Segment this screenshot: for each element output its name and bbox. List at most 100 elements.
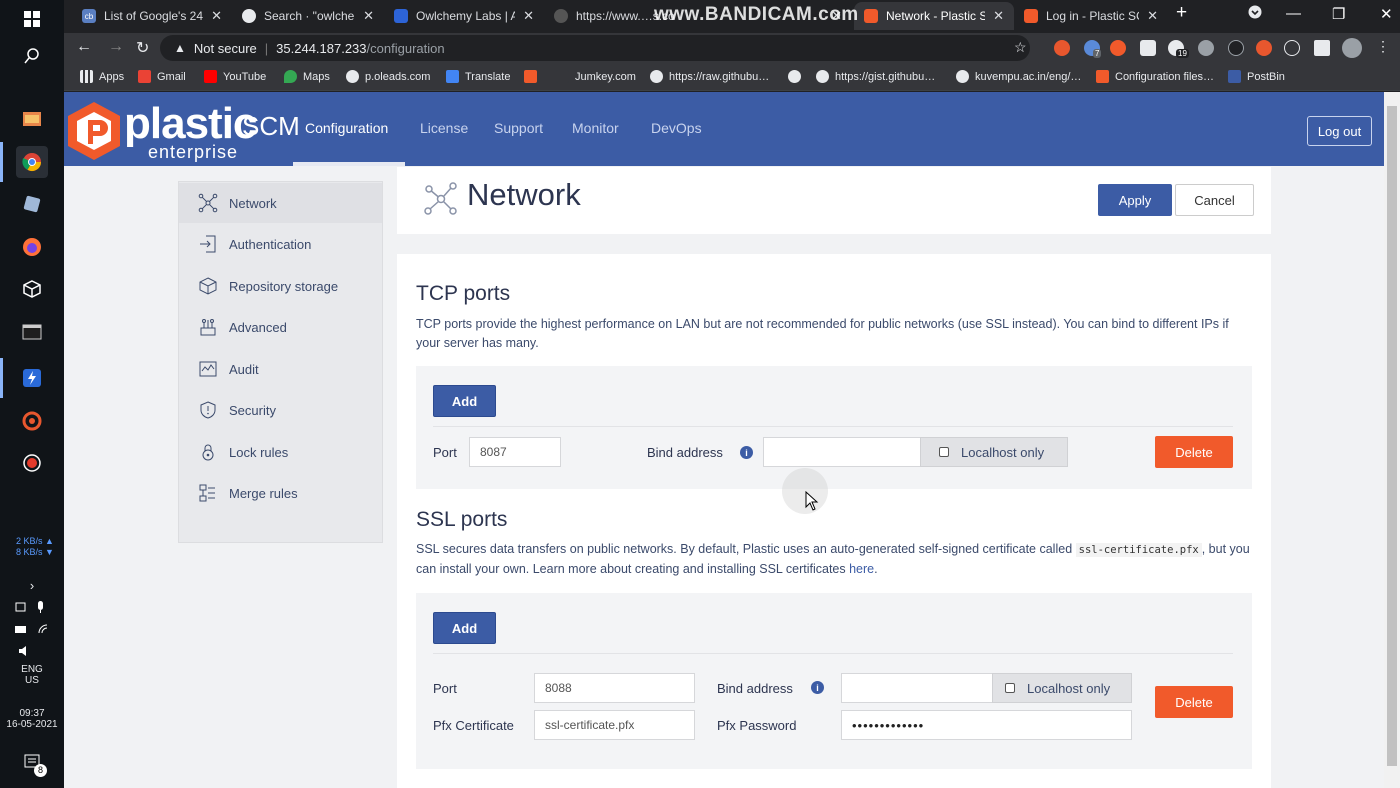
sidebar-item-repository-storage[interactable]: Repository storage [179,266,382,306]
ssl-port-input[interactable]: 8088 [534,673,695,703]
apply-button[interactable]: Apply [1098,184,1172,216]
tcp-port-input[interactable]: 8087 [469,437,561,467]
browser-tab[interactable]: Owlchemy Labs | A… ✕ [384,2,544,30]
browser-tab[interactable]: Log in - Plastic SCM ✕ [1014,2,1168,30]
extension-icon[interactable] [1256,40,1272,56]
new-tab-button[interactable]: + [1176,2,1187,24]
maximize-button[interactable]: ❐ [1332,5,1345,23]
info-icon[interactable]: i [740,446,753,459]
tcp-bind-address-input[interactable] [763,437,921,467]
close-icon[interactable]: ✕ [523,8,534,24]
sidebar-item-audit[interactable]: Audit [179,349,382,389]
tab-search-icon[interactable] [1248,5,1262,23]
delete-tcp-port-button[interactable]: Delete [1155,436,1233,468]
extension-icon[interactable]: 19 [1168,40,1189,58]
chevron-up-icon[interactable]: › [0,578,64,593]
firefox-icon[interactable] [16,231,48,263]
bookmark-item[interactable]: YouTube [204,70,266,83]
extension-icon[interactable]: 7 [1084,40,1102,58]
plastic-logo-icon[interactable] [66,100,122,162]
bookmark-item[interactable]: Gmail [138,70,186,83]
scrollbar-thumb[interactable] [1387,106,1397,766]
sidebar-item-advanced[interactable]: Advanced [179,307,382,347]
extension-icon[interactable] [1284,40,1300,56]
lightning-app-icon[interactable] [16,362,48,394]
bookmark-item[interactable]: p.oleads.com [346,70,430,83]
bookmark-item[interactable]: Apps [80,70,124,83]
address-bar[interactable]: ▲ Not secure | 35.244.187.233 /configura… [160,35,1030,61]
cancel-button[interactable]: Cancel [1175,184,1254,216]
page-scrollbar[interactable] [1384,92,1400,788]
nav-configuration[interactable]: Configuration [305,120,388,136]
tray-icons-row1[interactable] [0,600,64,617]
back-button[interactable]: ← [76,38,92,56]
bookmark-item[interactable]: Jumkey.com [556,70,636,83]
bookmark-item[interactable]: https://raw.githubu… [650,70,769,83]
nav-license[interactable]: License [420,120,468,136]
language-indicator[interactable]: ENG US [0,664,64,686]
logout-button[interactable]: Log out [1307,116,1372,146]
sidebar-item-merge-rules[interactable]: Merge rules [179,473,382,513]
reload-button[interactable]: ↻ [136,38,149,58]
bookmark-star-icon[interactable]: ☆ [1014,39,1027,56]
close-icon[interactable]: ✕ [1147,8,1158,24]
virtualbox-icon[interactable] [16,273,48,305]
file-explorer-icon[interactable] [16,102,48,134]
terminal-icon[interactable] [16,316,48,348]
extension-icon[interactable] [1228,40,1244,56]
bookmark-item[interactable]: Maps [284,70,330,83]
extension-icon[interactable] [1140,40,1156,56]
tray-icons-row2[interactable] [0,623,64,638]
bookmark-item[interactable] [788,70,807,83]
close-icon[interactable]: ✕ [363,8,374,24]
volume-icon[interactable] [0,645,64,660]
extension-icon[interactable] [1110,40,1126,56]
windows-start-icon[interactable] [16,3,48,35]
close-icon[interactable]: ✕ [211,8,222,24]
ssl-help-link[interactable]: here [849,562,874,576]
add-tcp-port-button[interactable]: Add [433,385,496,417]
extension-icon[interactable] [1054,40,1070,56]
minimize-button[interactable]: — [1286,5,1301,22]
search-icon[interactable] [16,40,48,72]
checkbox[interactable] [1005,683,1015,693]
add-ssl-port-button[interactable]: Add [433,612,496,644]
bookmark-item[interactable]: Translate [446,70,510,83]
close-window-button[interactable]: ✕ [1380,5,1393,23]
forward-button[interactable]: → [108,38,124,56]
sidebar-item-lock-rules[interactable]: Lock rules [179,432,382,472]
chrome-icon[interactable] [16,146,48,178]
bookmark-item[interactable]: Configuration files… [1096,70,1214,83]
avatar[interactable] [1342,38,1362,58]
nav-monitor[interactable]: Monitor [572,120,619,136]
browser-tab[interactable]: cb List of Google's 24… ✕ [72,2,232,30]
app-swirl-icon[interactable] [16,405,48,437]
browser-tab-active[interactable]: Network - Plastic SC… ✕ [854,2,1014,30]
sidebar-item-network[interactable]: Network [179,183,382,223]
pfx-password-input[interactable]: ••••••••••••• [841,710,1132,740]
bookmark-item[interactable]: https://gist.githubu… [816,70,935,83]
app-icon[interactable] [16,188,48,220]
bookmark-item[interactable]: kuvempu.ac.in/eng/… [956,70,1081,83]
checkbox[interactable] [939,447,949,457]
bookmark-item[interactable] [524,70,543,83]
ssl-localhost-only-toggle[interactable]: Localhost only [992,673,1132,703]
browser-tab[interactable]: Search · "owlchemy… ✕ [232,2,384,30]
extension-icon[interactable] [1198,40,1214,56]
close-icon[interactable]: ✕ [993,8,1004,24]
pfx-certificate-input[interactable]: ssl-certificate.pfx [534,710,695,740]
sidebar-item-authentication[interactable]: Authentication [179,224,382,264]
record-icon[interactable] [16,447,48,479]
warning-icon[interactable]: ▲ [174,41,186,55]
ssl-bind-address-input[interactable] [841,673,993,703]
kebab-menu-icon[interactable]: ⋮ [1376,38,1390,55]
security-label[interactable]: Not secure [194,41,257,56]
delete-ssl-port-button[interactable]: Delete [1155,686,1233,718]
clock[interactable]: 09:37 16-05-2021 [0,708,64,730]
tcp-localhost-only-toggle[interactable]: Localhost only [920,437,1068,467]
nav-devops[interactable]: DevOps [651,120,702,136]
bookmark-item[interactable]: PostBin [1228,70,1285,83]
sidebar-item-security[interactable]: Security [179,390,382,430]
puzzle-extensions-icon[interactable] [1314,40,1330,56]
info-icon[interactable]: i [811,681,824,694]
